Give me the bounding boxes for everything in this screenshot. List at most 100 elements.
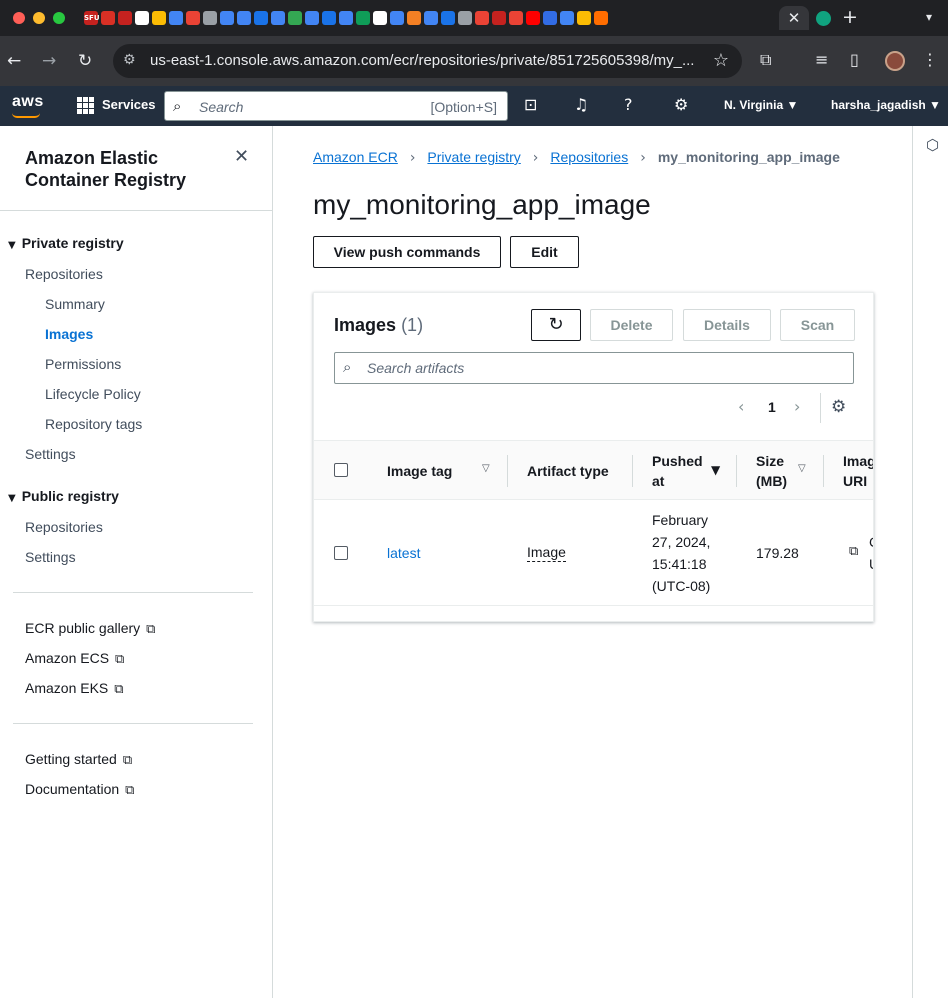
private-registry-section[interactable]: ▼ Private registry [8,235,124,251]
delete-button[interactable]: Delete [590,309,673,341]
previous-page-icon[interactable]: ‹ [738,397,744,416]
edit-button[interactable]: Edit [510,236,579,268]
caret-down-icon[interactable]: ▼ [8,240,16,251]
tab-search-icon[interactable]: ▾ [926,10,932,24]
tab-favicon-icon[interactable] [169,11,183,26]
services-menu[interactable]: Services [102,97,156,112]
tab-favicon-icon[interactable] [560,11,574,26]
tab-favicon-icon[interactable] [407,11,421,26]
tab-favicon-icon[interactable] [492,11,506,26]
tab-favicon-icon[interactable] [594,11,608,26]
row-checkbox[interactable] [334,546,348,560]
close-icon[interactable]: ✕ [234,146,249,167]
sort-icon[interactable]: ▽ [482,463,490,474]
tab-favicon-icon[interactable]: SFU [84,11,100,26]
public-registry-section[interactable]: ▼ Public registry [8,488,119,504]
tab-favicon-icon[interactable] [509,11,523,26]
tab-favicon-icon[interactable] [254,11,268,26]
image-tag-link[interactable]: latest [387,542,420,564]
site-settings-icon[interactable]: ⚙ [123,52,136,68]
notifications-bell-icon[interactable]: ♫ [574,95,588,114]
help-icon[interactable]: ? [624,95,633,114]
url-text[interactable]: us-east-1.console.aws.amazon.com/ecr/rep… [150,52,694,69]
sidebar-link-ecr-public-gallery[interactable]: ECR public gallery ⧉ [25,620,155,637]
tab-favicon-icon[interactable] [526,11,540,26]
tab-favicon-icon[interactable] [288,11,302,26]
table-preferences-gear-icon[interactable]: ⚙ [831,397,846,417]
refresh-button[interactable]: ↻ [531,309,581,341]
sidebar-link-documentation[interactable]: Documentation ⧉ [25,781,134,798]
tab-favicon-icon[interactable] [390,11,404,26]
artifact-type-value[interactable]: Image [527,544,566,562]
tab-favicon-icon[interactable] [441,11,455,26]
sidebar-item-summary[interactable]: Summary [45,296,105,312]
side-panel-icon[interactable]: ▯ [850,50,859,69]
browser-menu-icon[interactable]: ⋮ [922,50,938,69]
reload-icon[interactable]: ↻ [78,49,92,73]
account-menu[interactable]: harsha_jagadish ▼ [831,98,941,112]
tab-favicon-icon[interactable] [237,11,251,26]
services-grid-icon[interactable] [77,97,94,114]
scan-button[interactable]: Scan [780,309,855,341]
tab-favicon-icon[interactable] [135,11,149,26]
bookmark-star-icon[interactable]: ☆ [713,50,729,71]
tab-favicon-icon[interactable] [271,11,285,26]
sidebar-item-public-settings[interactable]: Settings [25,549,76,565]
tab-favicon-icon[interactable] [305,11,319,26]
window-close-button[interactable] [13,12,25,24]
tab-favicon-icon[interactable] [220,11,234,26]
forward-arrow-icon[interactable]: → [42,49,56,73]
back-arrow-icon[interactable]: ← [7,49,21,73]
tab-favicon-icon[interactable] [152,11,166,26]
cloudshell-icon[interactable]: ⊡ [524,95,537,114]
breadcrumb-amazon-ecr[interactable]: Amazon ECR [313,149,398,165]
sidebar-link-amazon-eks[interactable]: Amazon EKS ⧉ [25,680,124,697]
aws-search-input[interactable]: ⌕ Search [Option+S] [164,91,508,121]
sidebar-item-repository-tags[interactable]: Repository tags [45,416,142,432]
view-push-commands-button[interactable]: View push commands [313,236,501,268]
tab-favicon-icon[interactable] [356,11,370,26]
copy-icon[interactable]: ⧉ [849,544,858,559]
extensions-icon[interactable]: ⧉ [760,50,771,70]
sort-descending-icon[interactable]: ▼ [711,463,720,477]
search-artifacts-input[interactable]: ⌕ Search artifacts [334,352,854,384]
address-bar[interactable]: ⚙ us-east-1.console.aws.amazon.com/ecr/r… [113,44,742,78]
breadcrumb-repositories[interactable]: Repositories [550,149,628,165]
info-panel-icon[interactable]: ⬡ [926,136,939,154]
tab-favicon-icon[interactable] [458,11,472,26]
sidebar-link-getting-started[interactable]: Getting started ⧉ [25,751,132,768]
tab-favicon-icon[interactable] [475,11,489,26]
sidebar-item-repositories[interactable]: Repositories [25,266,103,282]
pinned-tab-favicons[interactable]: SFU [84,9,774,27]
details-button[interactable]: Details [683,309,771,341]
new-tab-button[interactable]: + [842,6,858,28]
profile-avatar[interactable] [885,51,905,71]
tab-favicon-icon[interactable] [577,11,591,26]
tab-favicon-icon[interactable] [424,11,438,26]
tab-favicon-icon[interactable] [373,11,387,26]
settings-gear-icon[interactable]: ⚙ [674,95,688,114]
sidebar-title[interactable]: Amazon Elastic Container Registry [25,147,225,191]
table-row[interactable]: latest Image February 27, 2024, 15:41:18 (U… [314,500,873,606]
sidebar-item-images[interactable]: Images [45,326,93,342]
select-all-checkbox[interactable] [334,463,348,477]
tab-favicon-icon[interactable] [339,11,353,26]
sidebar-link-amazon-ecs[interactable]: Amazon ECS ⧉ [25,650,124,667]
sidebar-item-settings[interactable]: Settings [25,446,76,462]
sidebar-item-lifecycle-policy[interactable]: Lifecycle Policy [45,386,141,402]
tab-favicon-icon[interactable] [203,11,217,26]
tab-favicon-icon[interactable] [186,11,200,26]
tab-favicon-icon[interactable] [543,11,557,26]
window-minimize-button[interactable] [33,12,45,24]
tab-favicon-icon[interactable] [118,11,132,26]
breadcrumb-private-registry[interactable]: Private registry [427,149,520,165]
window-zoom-button[interactable] [53,12,65,24]
caret-down-icon[interactable]: ▼ [8,493,16,504]
sidebar-item-permissions[interactable]: Permissions [45,356,121,372]
sort-icon[interactable]: ▽ [798,463,806,474]
sidebar-item-public-repositories[interactable]: Repositories [25,519,103,535]
active-tab-favicon[interactable] [816,11,831,26]
next-page-icon[interactable]: › [794,397,800,416]
aws-logo[interactable]: aws [12,93,44,111]
media-controls-icon[interactable]: ≡ [815,50,828,69]
